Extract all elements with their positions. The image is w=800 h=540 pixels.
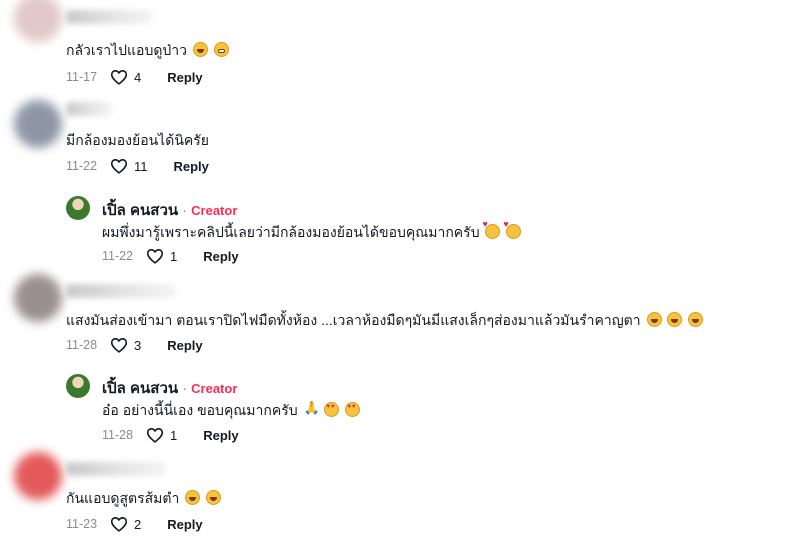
heart-icon bbox=[146, 249, 164, 264]
commenter-avatar[interactable] bbox=[14, 274, 62, 322]
reply-meta: 11-22 1 Reply bbox=[102, 247, 239, 265]
heart-icon bbox=[110, 338, 128, 353]
like-button[interactable]: 1 bbox=[146, 427, 177, 443]
reply-button[interactable]: Reply bbox=[167, 70, 202, 85]
reply-text: ผมพึ่งมารู้เพราะคลิปนี้เลยว่ามีกล้องมองย… bbox=[102, 219, 522, 244]
heart-icon bbox=[110, 517, 128, 532]
commenter-avatar[interactable] bbox=[14, 100, 62, 148]
comment-body: กันแอบดูสูตรส้มตำ bbox=[66, 490, 180, 506]
comment-body: มีกล้องมองย้อนได้นิครัย bbox=[66, 132, 209, 148]
commenter-name-blurred[interactable] bbox=[66, 284, 176, 298]
comment-body: แสงมันส่องเข้ามา ตอนเราปิดไฟมืดทั้งห้อง … bbox=[66, 312, 641, 328]
creator-badge: Creator bbox=[191, 203, 238, 218]
commenter-name-blurred[interactable] bbox=[66, 10, 152, 24]
laughing-emoji-icon bbox=[185, 490, 201, 505]
reply-body: อ๋อ อย่างนี้นี่เอง ขอบคุณมากครับ bbox=[102, 402, 298, 418]
reply-button[interactable]: Reply bbox=[203, 249, 238, 264]
reply-button[interactable]: Reply bbox=[167, 517, 202, 532]
comment-date: 11-23 bbox=[66, 517, 98, 531]
like-button[interactable]: 2 bbox=[110, 516, 141, 532]
like-count: 3 bbox=[134, 337, 142, 353]
heart-eyes-emoji-icon bbox=[324, 402, 340, 417]
comment-meta: 11-23 2 Reply bbox=[66, 515, 203, 533]
like-button[interactable]: 4 bbox=[110, 69, 141, 85]
smiling-hearts-emoji-icon bbox=[503, 219, 522, 239]
heart-eyes-emoji-icon bbox=[345, 402, 361, 417]
laughing-emoji-icon bbox=[192, 42, 208, 57]
comment-body: กลัวเราไปแอบดูป่าว bbox=[66, 42, 188, 58]
heart-icon bbox=[110, 70, 128, 85]
heart-icon bbox=[110, 159, 128, 174]
comment-meta: 11-28 3 Reply bbox=[66, 336, 203, 354]
comment-date: 11-22 bbox=[66, 159, 98, 173]
reply-date: 11-22 bbox=[102, 249, 134, 263]
comment-meta: 11-17 4 Reply bbox=[66, 68, 203, 86]
like-button[interactable]: 11 bbox=[110, 158, 148, 174]
reply-button[interactable]: Reply bbox=[167, 338, 202, 353]
like-button[interactable]: 1 bbox=[146, 248, 177, 264]
creator-badge: Creator bbox=[191, 381, 238, 396]
separator-dot: · bbox=[182, 380, 188, 397]
like-count: 11 bbox=[134, 158, 148, 174]
folded-hands-emoji-icon bbox=[304, 400, 320, 417]
reply-body: ผมพึ่งมารู้เพราะคลิปนี้เลยว่ามีกล้องมองย… bbox=[102, 224, 480, 240]
reply-meta: 11-28 1 Reply bbox=[102, 426, 239, 444]
commenter-name-blurred[interactable] bbox=[66, 462, 166, 476]
laughing-emoji-icon bbox=[646, 312, 662, 327]
like-button[interactable]: 3 bbox=[110, 337, 141, 353]
like-count: 1 bbox=[170, 427, 178, 443]
creator-name[interactable]: เปิ้ล คนสวน bbox=[102, 202, 178, 219]
comment-text: มีกล้องมองย้อนได้นิครัย bbox=[66, 130, 209, 152]
commenter-avatar[interactable] bbox=[14, 0, 62, 42]
commenter-avatar[interactable] bbox=[14, 452, 62, 500]
heart-icon bbox=[146, 428, 164, 443]
comment-text: กลัวเราไปแอบดูป่าว bbox=[66, 40, 229, 62]
creator-name-line: เปิ้ล คนสวน · Creator bbox=[102, 198, 237, 222]
comment-date: 11-17 bbox=[66, 70, 98, 84]
reply-date: 11-28 bbox=[102, 428, 134, 442]
grinning-emoji-icon bbox=[213, 42, 229, 57]
creator-avatar[interactable] bbox=[66, 374, 90, 398]
commenter-name-blurred[interactable] bbox=[66, 102, 112, 116]
creator-name[interactable]: เปิ้ล คนสวน bbox=[102, 380, 178, 397]
laughing-emoji-icon bbox=[667, 312, 683, 327]
creator-avatar[interactable] bbox=[66, 196, 90, 220]
like-count: 1 bbox=[170, 248, 178, 264]
smiling-hearts-emoji-icon bbox=[482, 219, 501, 239]
comment-meta: 11-22 11 Reply bbox=[66, 157, 209, 175]
comment-date: 11-28 bbox=[66, 338, 98, 352]
reply-button[interactable]: Reply bbox=[174, 159, 209, 174]
like-count: 4 bbox=[134, 69, 142, 85]
comment-text: กันแอบดูสูตรส้มตำ bbox=[66, 488, 222, 510]
reply-text: อ๋อ อย่างนี้นี่เอง ขอบคุณมากครับ bbox=[102, 400, 361, 422]
laughing-emoji-icon bbox=[206, 490, 222, 505]
separator-dot: · bbox=[182, 202, 188, 219]
comment-text: แสงมันส่องเข้ามา ตอนเราปิดไฟมืดทั้งห้อง … bbox=[66, 310, 704, 332]
reply-button[interactable]: Reply bbox=[203, 428, 238, 443]
like-count: 2 bbox=[134, 516, 142, 532]
creator-name-line: เปิ้ล คนสวน · Creator bbox=[102, 376, 237, 400]
laughing-emoji-icon bbox=[688, 312, 704, 327]
